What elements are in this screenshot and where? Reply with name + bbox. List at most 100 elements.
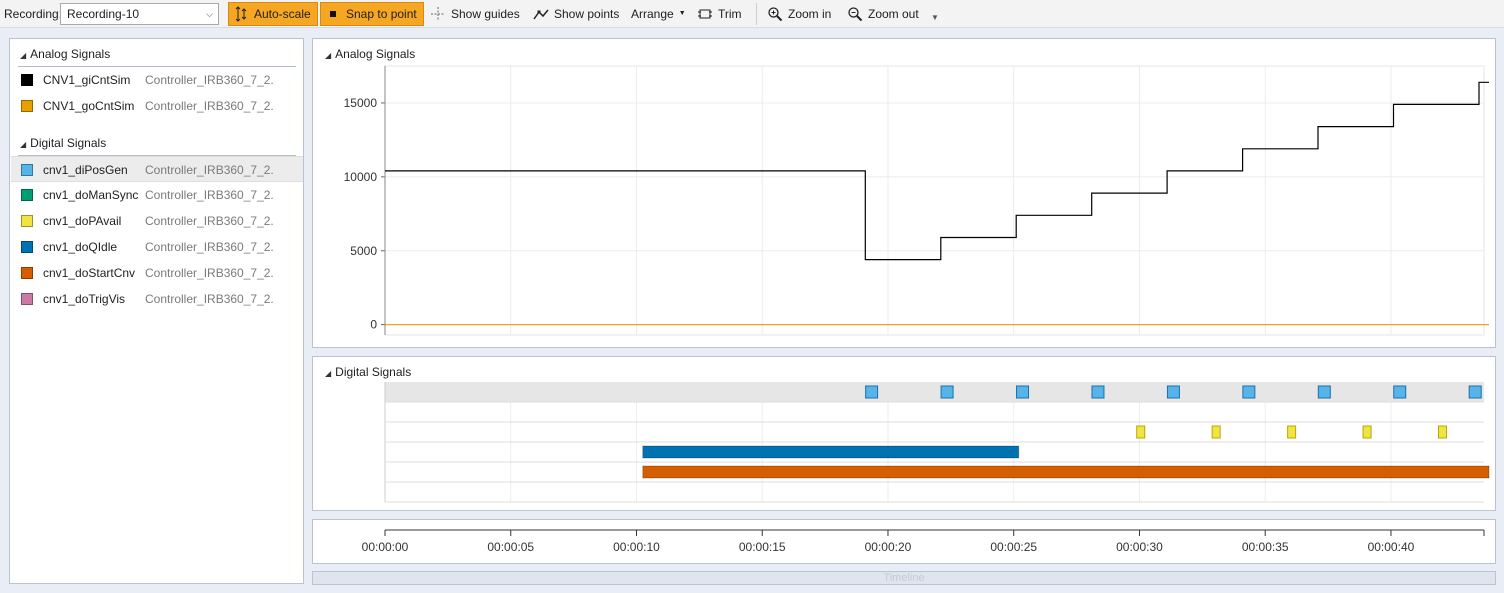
plot-area [384,65,1485,336]
show-points-label: Show points [554,7,620,21]
y-tick-label: 0 [370,318,377,332]
signal-row-cnv1_dostartcnv[interactable]: cnv1_doStartCnv Controller_IRB360_7_2... [11,260,303,286]
autoscale-icon [233,6,249,22]
recording-select-value: Recording-10 [67,7,140,21]
signal-row-cnv1_dotrigvis[interactable]: cnv1_doTrigVis Controller_IRB360_7_2... [11,286,303,312]
zoom-out-icon [847,6,863,22]
digital-pulse-cnv1_diposgen [1242,385,1256,399]
signal-name: cnv1_diPosGen [43,163,128,177]
toolbar-overflow-icon[interactable]: ▼ [931,6,939,30]
digital-high-interval-cnv1_doqidle [642,445,1020,459]
signal-name: cnv1_doManSync [43,188,139,202]
signal-controller: Controller_IRB360_7_2... [145,214,273,228]
analog-signals-panel: ◢ Analog Signals 0 5000 10000 15000 [312,38,1496,348]
trim-button[interactable]: Trim [693,2,748,26]
signal-color-swatch[interactable] [21,189,33,201]
signal-name: cnv1_doQIdle [43,240,118,254]
zoom-in-button[interactable]: Zoom in [763,2,837,26]
time-tick-label: 00:00:00 [362,540,409,554]
digital-chart[interactable] [313,357,1495,510]
autoscale-label: Auto-scale [254,7,311,21]
analog-group-label: Analog Signals [30,47,111,61]
time-axis-panel: 00:00:00 00:00:05 00:00:10 00:00:15 00:00:20… [312,519,1496,564]
signal-controller: Controller_IRB360_7_2... [145,266,273,280]
collapse-icon: ◢ [20,140,27,149]
digital-pulse-cnv1_diposgen [940,385,954,399]
time-tick-label: 00:00:10 [613,540,660,554]
digital-pulse-cnv1_dopavail [1136,425,1146,439]
signal-color-swatch[interactable] [21,267,33,279]
snap-to-point-button[interactable]: Snap to point [320,2,424,26]
snap-icon [325,6,341,22]
analog-chart[interactable]: 0 5000 10000 15000 [313,39,1495,347]
signal-row-cnv1_gicntsim[interactable]: CNV1_giCntSim Controller_IRB360_7_2... [11,67,303,93]
time-tick-label: 00:00:40 [1368,540,1415,554]
digital-pulse-cnv1_diposgen [1393,385,1407,399]
digital-signals-panel: ◢ Digital Signals [312,356,1496,511]
timeline-scrollbar[interactable]: Timeline [312,571,1496,585]
timeline-label: Timeline [883,572,925,584]
signal-name: CNV1_giCntSim [43,73,131,87]
signal-row-cnv1_domansync[interactable]: cnv1_doManSync Controller_IRB360_7_2... [11,182,303,208]
signal-controller: Controller_IRB360_7_2... [145,240,273,254]
y-tick-label: 5000 [350,244,377,258]
show-guides-label: Show guides [451,7,520,21]
digital-pulse-cnv1_dopavail [1211,425,1221,439]
digital-group-label: Digital Signals [30,136,107,150]
signal-row-cnv1_doqidle[interactable]: cnv1_doQIdle Controller_IRB360_7_2... [11,234,303,260]
signal-color-swatch[interactable] [21,74,33,86]
snap-to-point-label: Snap to point [346,7,417,21]
zoom-out-label: Zoom out [868,7,919,21]
digital-pulse-cnv1_diposgen [1091,385,1105,399]
signal-row-cnv1_diposgen[interactable]: cnv1_diPosGen Controller_IRB360_7_2... [11,156,303,182]
recording-select[interactable]: Recording-10 ⌵ [60,3,219,25]
digital-pulse-cnv1_dopavail [1287,425,1297,439]
autoscale-button[interactable]: Auto-scale [228,2,318,26]
crosshair-icon [430,6,446,22]
time-tick-label: 00:00:05 [487,540,534,554]
digital-pulse-cnv1_diposgen [1016,385,1030,399]
digital-pulse-cnv1_diposgen [1468,385,1482,399]
zoom-out-button[interactable]: Zoom out [843,2,925,26]
digital-pulse-cnv1_dopavail [1362,425,1372,439]
signal-row-cnv1_gocntsim[interactable]: CNV1_goCntSim Controller_IRB360_7_2... [11,93,303,119]
chevron-down-icon: ⌵ [206,9,213,19]
digital-pulse-cnv1_diposgen [1317,385,1331,399]
zoom-in-icon [767,6,783,22]
trim-icon [697,6,713,22]
arrange-button[interactable]: Arrange ▼ [627,2,692,26]
digital-group-header[interactable]: ◢ Digital Signals [20,134,106,152]
digital-high-interval-cnv1_dostartcnv [642,465,1490,479]
signal-controller: Controller_IRB360_7_2... [145,73,273,87]
signal-row-cnv1_dopavail[interactable]: cnv1_doPAvail Controller_IRB360_7_2... [11,208,303,234]
dropdown-icon: ▼ [678,10,686,17]
collapse-icon: ◢ [20,51,27,60]
time-tick-label: 00:00:25 [990,540,1037,554]
time-axis[interactable]: 00:00:00 00:00:05 00:00:10 00:00:15 00:00:20… [313,520,1495,563]
signal-name: cnv1_doTrigVis [43,292,126,306]
signal-controller: Controller_IRB360_7_2... [145,188,273,202]
arrange-label: Arrange [631,7,674,21]
signal-color-swatch[interactable] [21,241,33,253]
trim-label: Trim [718,7,742,21]
signal-color-swatch[interactable] [21,164,33,176]
recording-label: Recording: [4,7,63,21]
y-tick-label: 10000 [344,170,378,184]
time-tick-label: 00:00:35 [1242,540,1289,554]
signal-name: CNV1_goCntSim [43,99,135,113]
points-icon [533,6,549,22]
signal-color-swatch[interactable] [21,100,33,112]
digital-pulse-cnv1_diposgen [1166,385,1180,399]
y-tick-label: 15000 [344,96,378,110]
signal-name: cnv1_doPAvail [43,214,122,228]
toolbar: Recording: Recording-10 ⌵ Auto-scale Sna… [0,0,1504,28]
show-guides-button[interactable]: Show guides [426,2,526,26]
analog-group-header[interactable]: ◢ Analog Signals [20,45,110,63]
signal-color-swatch[interactable] [21,215,33,227]
time-tick-label: 00:00:30 [1116,540,1163,554]
digital-pulse-cnv1_diposgen [865,385,879,399]
show-points-button[interactable]: Show points [529,2,625,26]
signal-color-swatch[interactable] [21,293,33,305]
zoom-in-label: Zoom in [788,7,832,21]
toolbar-divider [756,3,757,25]
